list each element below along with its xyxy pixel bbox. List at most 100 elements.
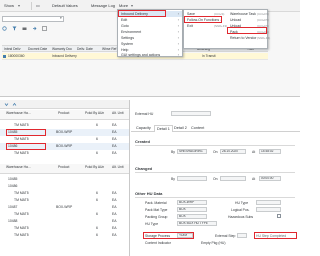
chevron-down-icon[interactable]: ▾ xyxy=(131,3,133,8)
layout-icon[interactable] xyxy=(42,26,47,31)
column-header[interactable]: Deliv. Date xyxy=(77,47,93,51)
chevron-down-icon[interactable]: ▾ xyxy=(60,16,62,20)
refresh-icon[interactable] xyxy=(2,26,7,31)
tree-node-unit: EA xyxy=(112,151,117,155)
changed-on-field xyxy=(220,176,246,181)
default-values-button[interactable]: Default Values xyxy=(52,3,78,8)
tree-node[interactable]: TM MAT5 6 EA xyxy=(0,122,129,129)
created-at-label: At xyxy=(252,150,256,154)
tree-node[interactable]: TM MAT5 6 EA xyxy=(0,232,129,239)
tree-node-label: 10487 xyxy=(8,205,18,209)
logical-pos-label: Logical Pos. xyxy=(231,208,250,212)
highlight-box xyxy=(254,232,297,239)
tree-node-unit: EA xyxy=(112,212,117,216)
tree-node[interactable]: TM MAT5 6 EA xyxy=(0,211,129,218)
changed-at-field: 00:00:00 xyxy=(259,176,281,181)
submenu-item-label: Unload xyxy=(230,18,242,22)
submenu-item-warehouse-task[interactable]: Warehouse Task (Ctrl+F9) xyxy=(230,12,269,17)
tree-header: Warehouse Ha... Product Pckd By AUn Alt.… xyxy=(0,110,129,120)
hazardous-subs-label: Hazardous Subs xyxy=(228,215,254,219)
submenu-item-exit[interactable]: Exit (Shift+F3) xyxy=(187,24,227,29)
logical-pos-field xyxy=(256,207,281,212)
column-header[interactable]: Pckd By AUn xyxy=(85,165,104,169)
search-input[interactable] xyxy=(2,16,64,22)
tree-node[interactable]: 10487 BOX-WRP EA xyxy=(0,204,129,211)
tree-node-unit: EA xyxy=(112,137,117,141)
tree-node[interactable]: TM MAT5 6 EA xyxy=(0,136,129,143)
column-header[interactable]: Pckd By AUn xyxy=(85,111,104,115)
export-icon[interactable] xyxy=(32,26,37,31)
highlight-box xyxy=(118,10,166,17)
tree-node-label: TM MAT5 xyxy=(14,137,29,141)
shortcut-label: (Shift+F3) xyxy=(214,24,228,28)
filter-icon[interactable] xyxy=(12,26,17,31)
highlight-box xyxy=(6,129,46,136)
external-hu-field[interactable] xyxy=(171,111,211,116)
tab-capacity[interactable]: Capacity xyxy=(134,125,153,132)
other-hu-data-title: Other HU Data xyxy=(135,191,163,196)
message-log-button[interactable]: Message Log xyxy=(91,3,115,8)
pack-material-label: Pack. Material xyxy=(145,201,167,205)
tree-node[interactable]: 10486 xyxy=(0,183,129,190)
tab-detail-1[interactable]: Detail 1 xyxy=(154,125,173,132)
tree-node-label: 10485 xyxy=(8,177,18,181)
expand-icon[interactable] xyxy=(4,102,9,107)
detail-tabs: Capacity Detail 1 Detail 2 Content xyxy=(131,124,300,132)
print-icon[interactable] xyxy=(22,26,27,31)
column-header[interactable]: Whse Ref xyxy=(102,47,116,51)
tree-node-qty: 6 xyxy=(96,137,98,141)
menu-item-gui-settings[interactable]: GUI settings and actions › xyxy=(118,52,182,58)
chevron-down-icon[interactable]: ▾ xyxy=(18,3,20,8)
highlight-box xyxy=(227,27,267,34)
tree-node[interactable]: 10488 EA xyxy=(0,218,129,225)
created-by-label: By xyxy=(171,150,175,154)
tree-node-unit: EA xyxy=(112,205,117,209)
pack-mat-type-label: Pack Mat Type xyxy=(145,208,168,212)
table-cell: In Transit xyxy=(202,54,216,58)
save-icon[interactable]: ▭ xyxy=(36,3,40,8)
collapse-icon[interactable] xyxy=(12,102,17,107)
column-header[interactable]: Product xyxy=(58,165,69,169)
hazardous-subs-checkbox[interactable] xyxy=(277,214,281,218)
tree-node[interactable]: TM MAT5 6 EA xyxy=(0,150,129,157)
menu-item-label: System xyxy=(121,42,133,46)
section-divider xyxy=(135,145,295,146)
packing-group-label: Packing Group xyxy=(145,215,168,219)
tree-node-unit: EA xyxy=(112,226,117,230)
column-header[interactable]: Product xyxy=(58,111,69,115)
column-header[interactable]: Alt. Unit xyxy=(112,165,124,169)
tree-node-label: 10486 xyxy=(8,184,18,188)
column-header[interactable]: Inbnd Deliv xyxy=(4,47,21,51)
tree-node-product: BOX-WRP xyxy=(56,205,73,209)
tab-content[interactable]: Content xyxy=(189,125,206,132)
column-header[interactable]: Alt. Unit xyxy=(112,111,124,115)
tree-node-unit: EA xyxy=(112,144,117,148)
tree-node-unit: EA xyxy=(112,191,117,195)
tree-node[interactable]: TM MAT5 6 EA xyxy=(0,190,129,197)
table-cell: Inbound Delivery xyxy=(52,54,77,58)
tree-node-product: BOX-WRP xyxy=(56,144,73,148)
submenu-item-return-to-vendor[interactable]: Return to Vendor (Shift+F4) xyxy=(230,36,270,41)
column-header[interactable]: Warehouse Ha... xyxy=(6,111,31,115)
tree-node-unit: EA xyxy=(112,219,117,223)
submenu-item-unload[interactable]: Unload (Ctrl+F5) xyxy=(230,18,269,23)
more-menu-button[interactable]: More xyxy=(119,3,128,8)
changed-on-label: On xyxy=(213,177,218,181)
external-step-label: External Step xyxy=(215,234,236,238)
tab-detail-2[interactable]: Detail 2 xyxy=(172,125,189,132)
menu-item-label: Settings xyxy=(121,36,134,40)
show-label[interactable]: Show xyxy=(4,3,14,8)
column-header[interactable]: Warehouse Ha... xyxy=(6,165,31,169)
submenu-item-label: Return to Vendor xyxy=(230,36,257,40)
column-header[interactable]: Docmnt Date xyxy=(28,47,47,51)
tree-node[interactable]: 10485 xyxy=(0,176,129,183)
tree-node-qty: 6 xyxy=(96,198,98,202)
tree-node[interactable]: TM MAT5 6 EA xyxy=(0,225,129,232)
highlight-box xyxy=(184,16,222,23)
tree-node-label: TM MAT5 xyxy=(14,226,29,230)
tree-header: Warehouse Ha... Product Pckd By AUn Alt.… xyxy=(0,164,129,174)
tree-node-unit: EA xyxy=(112,198,117,202)
column-header[interactable]: Warranty Doc xyxy=(52,47,72,51)
tree-node[interactable]: TM MAT5 6 EA xyxy=(0,197,129,204)
row-selector[interactable] xyxy=(3,55,6,58)
